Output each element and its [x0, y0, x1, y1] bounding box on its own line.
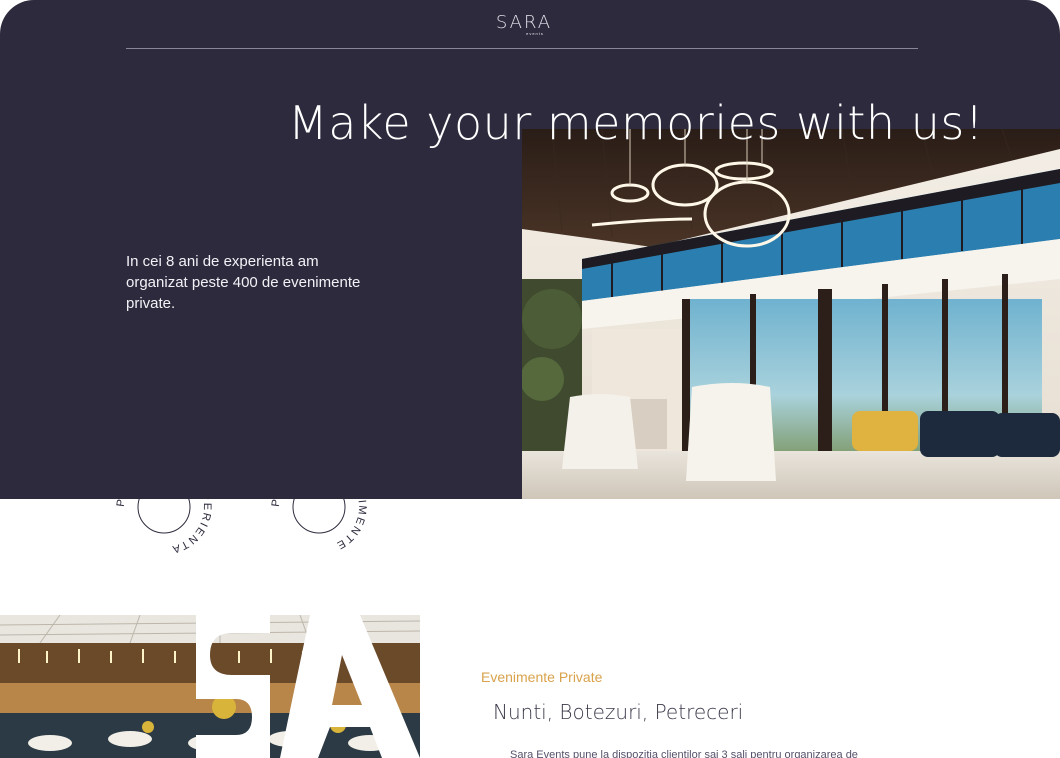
logo-wordmark: SARA: [495, 12, 553, 33]
badge-ring: [292, 480, 346, 534]
badge-years-experience: PESTE 8 ANI EXPERIENTA: [116, 459, 212, 555]
ballroom-photo-masked: [0, 615, 420, 758]
badge-text-years: PESTE 8 ANI EXPERIENTA: [116, 459, 211, 555]
svg-text:PESTE 420 EVENIMENTE: PESTE 420 EVENIMENTE: [271, 459, 367, 552]
section-body-text: Sara Events pune la dispozitia clientilo…: [510, 749, 858, 758]
badge-events-count: PESTE 420 EVENIMENTE: [271, 459, 367, 555]
hero-section: SARA events Make your memories with us! …: [0, 0, 1060, 555]
svg-text:PESTE 8 ANI EXPERIENTA: PESTE 8 ANI EXPERIENTA: [116, 459, 212, 555]
badge-text-events: PESTE 420 EVENIMENTE: [271, 459, 366, 552]
hero-headline: Make your memories with us!: [288, 96, 984, 150]
section-title: Nunti, Botezuri, Petreceri: [493, 700, 744, 724]
badge-ring: [137, 480, 191, 534]
brand-logo[interactable]: SARA events: [494, 12, 554, 36]
section-kicker: Evenimente Private: [481, 669, 603, 685]
hero-intro-text: In cei 8 ani de experienta am organizat …: [126, 253, 361, 312]
landing-page: SARA events Make your memories with us! …: [0, 0, 1060, 758]
venue-interior-photo: [522, 129, 1060, 499]
header-divider: [126, 48, 918, 49]
